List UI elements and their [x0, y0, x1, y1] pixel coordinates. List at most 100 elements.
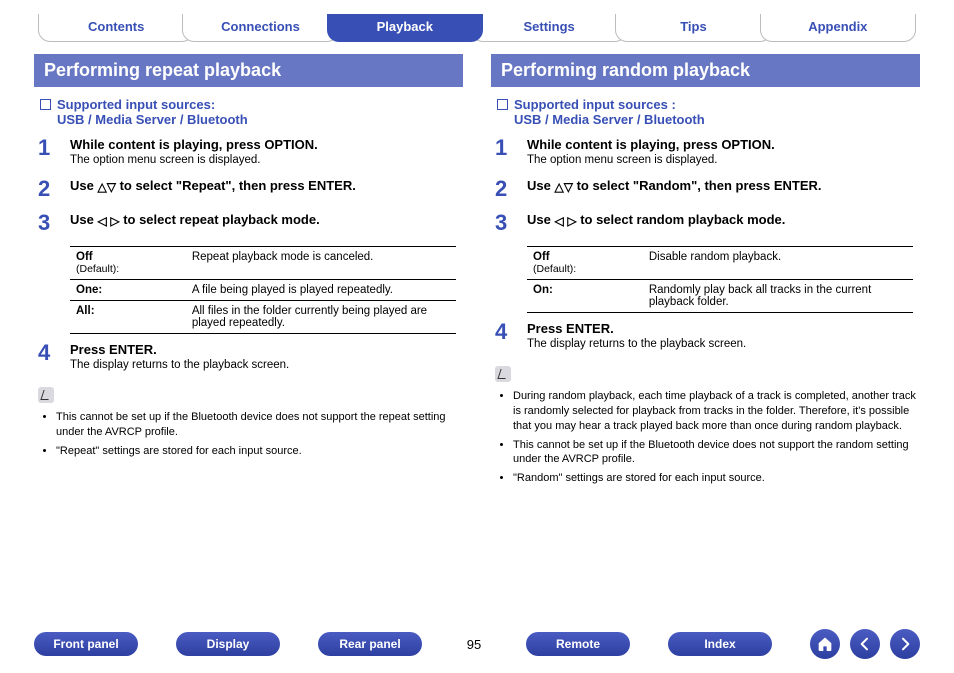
step-1-right: 1 While content is playing, press OPTION… [495, 137, 920, 166]
heading-repeat: Performing repeat playback [34, 54, 463, 87]
step-text: Use [527, 212, 554, 227]
step-number: 4 [495, 321, 515, 343]
list-item: This cannot be set up if the Bluetooth d… [513, 438, 920, 468]
step-number: 1 [495, 137, 515, 159]
home-icon[interactable] [810, 629, 840, 659]
right-arrow-icon: ▷ [567, 215, 576, 227]
pencil-note-icon [38, 387, 54, 403]
notes-list-right: During random playback, each time playba… [499, 389, 920, 486]
step-title: Use △▽ to select "Random", then press EN… [527, 178, 920, 193]
mode-name: On: [527, 280, 643, 313]
heading-random: Performing random playback [491, 54, 920, 87]
step-note: The option menu screen is displayed. [70, 154, 463, 166]
page-number: 95 [460, 637, 488, 652]
list-item: "Random" settings are stored for each in… [513, 471, 920, 486]
tab-connections[interactable]: Connections [182, 14, 338, 42]
mode-desc: Randomly play back all tracks in the cur… [643, 280, 913, 313]
right-arrow-icon: ▷ [110, 215, 119, 227]
step-number: 4 [38, 342, 58, 364]
tab-playback[interactable]: Playback [327, 14, 483, 42]
mode-default: (Default): [533, 263, 576, 275]
step-number: 1 [38, 137, 58, 159]
down-arrow-icon: ▽ [564, 181, 573, 193]
tab-tips[interactable]: Tips [615, 14, 771, 42]
step-2-left: 2 Use △▽ to select "Repeat", then press … [38, 178, 463, 200]
step-2-right: 2 Use △▽ to select "Random", then press … [495, 178, 920, 200]
step-4-right: 4 Press ENTER. The display returns to th… [495, 321, 920, 350]
step-text: to select "Random", then press ENTER. [577, 178, 822, 193]
subheading-random-sources: Supported input sources : USB / Media Se… [491, 97, 920, 127]
mode-desc: All files in the folder currently being … [186, 301, 456, 334]
subheading-repeat-sources: Supported input sources: USB / Media Ser… [34, 97, 463, 127]
left-arrow-icon: ◁ [97, 215, 106, 227]
step-3-left: 3 Use ◁ ▷ to select repeat playback mode… [38, 212, 463, 234]
step-note: The display returns to the playback scre… [527, 338, 920, 350]
table-row: One: A file being played is played repea… [70, 280, 456, 301]
list-item: This cannot be set up if the Bluetooth d… [56, 410, 463, 440]
col-repeat: Performing repeat playback Supported inp… [34, 54, 463, 490]
step-1-left: 1 While content is playing, press OPTION… [38, 137, 463, 166]
step-number: 3 [38, 212, 58, 234]
table-row: Off(Default): Disable random playback. [527, 247, 913, 280]
step-text: Use [527, 178, 554, 193]
nav-icon-group [810, 629, 920, 659]
step-number: 2 [38, 178, 58, 200]
next-page-icon[interactable] [890, 629, 920, 659]
nav-rear-panel[interactable]: Rear panel [318, 632, 422, 656]
step-title: Use △▽ to select "Repeat", then press EN… [70, 178, 463, 193]
list-item: During random playback, each time playba… [513, 389, 920, 434]
prev-page-icon[interactable] [850, 629, 880, 659]
tab-contents[interactable]: Contents [38, 14, 194, 42]
step-text: to select repeat playback mode. [123, 212, 320, 227]
up-arrow-icon: △ [97, 181, 106, 193]
step-3-right: 3 Use ◁ ▷ to select random playback mode… [495, 212, 920, 234]
step-title: Use ◁ ▷ to select random playback mode. [527, 212, 920, 227]
col-random: Performing random playback Supported inp… [491, 54, 920, 490]
table-row: On: Randomly play back all tracks in the… [527, 280, 913, 313]
nav-remote[interactable]: Remote [526, 632, 630, 656]
step-number: 2 [495, 178, 515, 200]
step-number: 3 [495, 212, 515, 234]
notes-list-left: This cannot be set up if the Bluetooth d… [42, 410, 463, 459]
step-text: to select "Repeat", then press ENTER. [120, 178, 356, 193]
mode-desc: Repeat playback mode is canceled. [186, 247, 456, 280]
nav-front-panel[interactable]: Front panel [34, 632, 138, 656]
top-tab-nav: Contents Connections Playback Settings T… [44, 14, 910, 42]
table-row: All: All files in the folder currently b… [70, 301, 456, 334]
tab-settings[interactable]: Settings [471, 14, 627, 42]
nav-index[interactable]: Index [668, 632, 772, 656]
step-text: Use [70, 212, 97, 227]
mode-desc: Disable random playback. [643, 247, 913, 280]
table-row: Off(Default): Repeat playback mode is ca… [70, 247, 456, 280]
step-title: Press ENTER. [527, 321, 920, 336]
mode-name: Off [533, 251, 550, 263]
step-note: The option menu screen is displayed. [527, 154, 920, 166]
square-bullet-icon [40, 99, 51, 110]
modes-table-repeat: Off(Default): Repeat playback mode is ca… [70, 246, 456, 334]
square-bullet-icon [497, 99, 508, 110]
step-title: While content is playing, press OPTION. [527, 137, 920, 152]
list-item: "Repeat" settings are stored for each in… [56, 444, 463, 459]
subheading-repeat-text: Supported input sources: USB / Media Ser… [57, 97, 248, 127]
mode-name: One: [70, 280, 186, 301]
tab-appendix[interactable]: Appendix [760, 14, 916, 42]
step-4-left: 4 Press ENTER. The display returns to th… [38, 342, 463, 371]
step-title: Press ENTER. [70, 342, 463, 357]
step-text: Use [70, 178, 97, 193]
mode-name: Off [76, 251, 93, 263]
pencil-note-icon [495, 366, 511, 382]
step-title: Use ◁ ▷ to select repeat playback mode. [70, 212, 463, 227]
step-title: While content is playing, press OPTION. [70, 137, 463, 152]
nav-display[interactable]: Display [176, 632, 280, 656]
step-text: to select random playback mode. [580, 212, 785, 227]
mode-desc: A file being played is played repeatedly… [186, 280, 456, 301]
up-arrow-icon: △ [554, 181, 563, 193]
subheading-random-text: Supported input sources : USB / Media Se… [514, 97, 705, 127]
modes-table-random: Off(Default): Disable random playback. O… [527, 246, 913, 313]
bottom-nav: Front panel Display Rear panel 95 Remote… [0, 629, 954, 659]
mode-name: All: [70, 301, 186, 334]
step-note: The display returns to the playback scre… [70, 359, 463, 371]
mode-default: (Default): [76, 263, 119, 275]
down-arrow-icon: ▽ [107, 181, 116, 193]
left-arrow-icon: ◁ [554, 215, 563, 227]
